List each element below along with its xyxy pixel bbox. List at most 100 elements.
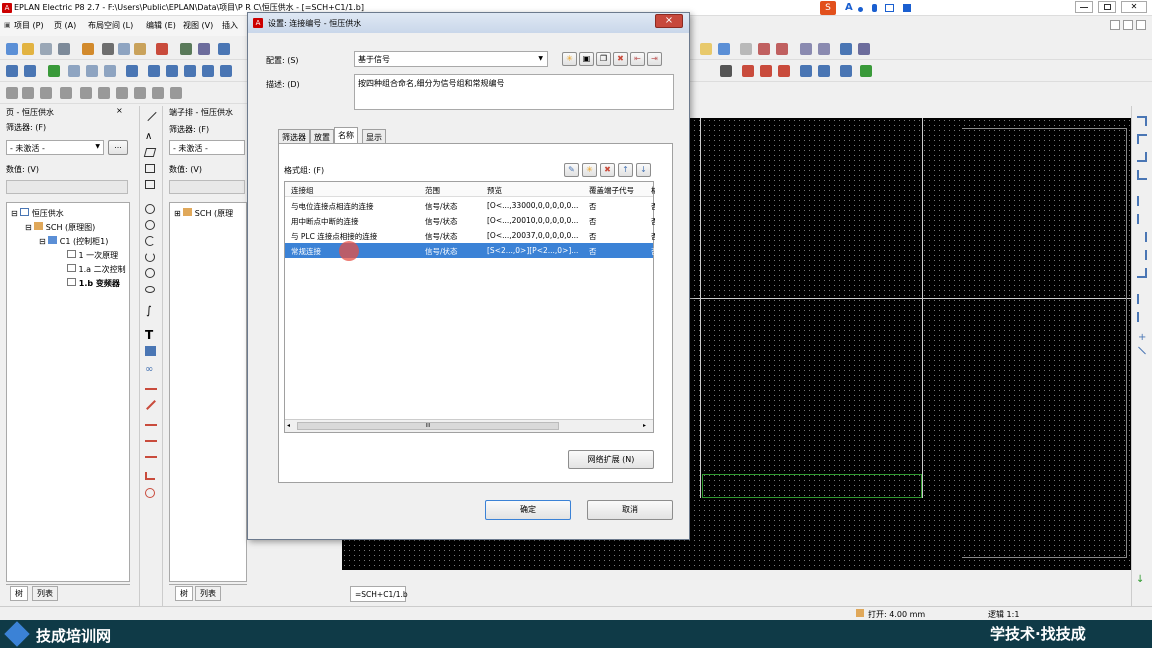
new-config-button[interactable]: ✳ bbox=[562, 52, 577, 66]
new-format-button[interactable]: ✳ bbox=[582, 163, 597, 177]
arc-3pt-tool-icon[interactable] bbox=[145, 252, 155, 262]
ok-button[interactable]: 确定 bbox=[485, 500, 571, 520]
scroll-thumb[interactable]: III bbox=[297, 422, 559, 430]
microphone-icon[interactable] bbox=[871, 4, 877, 12]
col-preview[interactable]: 预览 bbox=[487, 185, 583, 196]
move-down-button[interactable]: ↓ bbox=[636, 163, 651, 177]
puzzle-icon[interactable] bbox=[48, 65, 60, 77]
small-tool-6-icon[interactable] bbox=[98, 87, 110, 99]
dimension-aligned-icon[interactable] bbox=[146, 400, 156, 410]
circle-tool-icon[interactable] bbox=[145, 204, 155, 214]
small-tool-7-icon[interactable] bbox=[116, 87, 128, 99]
small-tool-10-icon[interactable] bbox=[170, 87, 182, 99]
small-tool-1-icon[interactable] bbox=[6, 87, 18, 99]
flag-4-icon[interactable] bbox=[202, 65, 214, 77]
canvas-page-tab[interactable]: =SCH+C1/1.b bbox=[350, 586, 408, 602]
rss-icon[interactable] bbox=[776, 43, 788, 55]
small-tool-9-icon[interactable] bbox=[152, 87, 164, 99]
small-tool-8-icon[interactable] bbox=[134, 87, 146, 99]
import-config-button[interactable]: ⇤ bbox=[630, 52, 645, 66]
tree-item-c1[interactable]: ⊟ C1 (控制柜1) bbox=[39, 236, 108, 247]
small-tool-4-icon[interactable] bbox=[60, 87, 72, 99]
export-config-button[interactable]: ⇥ bbox=[647, 52, 662, 66]
circle-3pt-tool-icon[interactable] bbox=[145, 220, 155, 230]
flag-3-icon[interactable] bbox=[184, 65, 196, 77]
t-node-up-icon[interactable] bbox=[1137, 214, 1147, 224]
edit-format-button[interactable]: ✎ bbox=[564, 163, 579, 177]
tab-name[interactable]: 名称 bbox=[334, 127, 358, 144]
dimension-incremental-icon[interactable] bbox=[145, 456, 157, 462]
branch-down-icon[interactable] bbox=[1137, 294, 1147, 304]
terminal-tab-tree[interactable]: 树 bbox=[175, 586, 193, 601]
move-up-button[interactable]: ↑ bbox=[618, 163, 633, 177]
check-icon[interactable] bbox=[180, 43, 192, 55]
junction-icon[interactable] bbox=[818, 65, 830, 77]
t-node-down-icon[interactable] bbox=[1137, 196, 1147, 206]
small-tool-3-icon[interactable] bbox=[40, 87, 52, 99]
terminal-value-field[interactable] bbox=[169, 180, 245, 194]
scroll-right-icon[interactable]: ▸ bbox=[643, 422, 646, 429]
tab-tree[interactable]: 树 bbox=[10, 586, 28, 601]
dimension-base-icon[interactable] bbox=[145, 440, 157, 442]
cross-icon[interactable] bbox=[760, 65, 772, 77]
break-icon[interactable] bbox=[840, 65, 852, 77]
close-main-button[interactable]: ✕ bbox=[1121, 1, 1147, 13]
menu-insert[interactable]: 插入 bbox=[222, 20, 238, 31]
scroll-left-icon[interactable]: ◂ bbox=[287, 422, 290, 429]
list-icon[interactable] bbox=[740, 43, 752, 55]
paste-icon[interactable] bbox=[134, 43, 146, 55]
minimize-button[interactable] bbox=[1075, 1, 1093, 13]
filter-select[interactable]: - 未激活 - ▼ bbox=[6, 140, 104, 155]
zoom-fit-icon[interactable] bbox=[818, 43, 830, 55]
filter-more-button[interactable]: ... bbox=[108, 140, 128, 155]
interrupt-icon[interactable] bbox=[860, 65, 872, 77]
delete-config-button[interactable]: ✖ bbox=[613, 52, 628, 66]
branch-up-icon[interactable] bbox=[1137, 312, 1147, 322]
col-extra[interactable]: 格 bbox=[651, 185, 655, 196]
sogou-ime-icon[interactable]: S bbox=[820, 1, 836, 15]
cut-icon[interactable] bbox=[102, 43, 114, 55]
tree-item-page-1a[interactable]: 1.a 二次控制 bbox=[67, 264, 126, 275]
line-tool-icon[interactable] bbox=[147, 111, 157, 122]
cart-icon[interactable] bbox=[840, 43, 852, 55]
desc-field[interactable]: 按四种组合命名,细分为信号组和常规编号 bbox=[354, 74, 674, 110]
network-expand-button[interactable]: 网络扩展 (N) bbox=[568, 450, 654, 469]
dimension-radius-icon[interactable] bbox=[145, 488, 155, 498]
sort-icon[interactable] bbox=[86, 65, 98, 77]
horizontal-scrollbar[interactable]: ◂ III ▸ bbox=[285, 419, 653, 432]
select-icon[interactable] bbox=[800, 43, 812, 55]
brush-icon[interactable] bbox=[198, 43, 210, 55]
signal-icon[interactable] bbox=[758, 43, 770, 55]
numbering-icon[interactable] bbox=[68, 65, 80, 77]
panel-close-icon[interactable]: × bbox=[116, 106, 123, 115]
terminal-filter-select[interactable]: - 未激活 - bbox=[169, 140, 245, 155]
corner-sw-icon[interactable] bbox=[1137, 170, 1147, 180]
config-select[interactable]: 基于信号 ▼ bbox=[354, 51, 548, 67]
terminal-icon[interactable] bbox=[742, 65, 754, 77]
menu-page[interactable]: 页 (A) bbox=[54, 20, 76, 31]
mdi-restore-button[interactable] bbox=[1123, 20, 1133, 30]
ime-toolbar[interactable] bbox=[858, 4, 918, 12]
small-tool-2-icon[interactable] bbox=[22, 87, 34, 99]
graphic-icon[interactable] bbox=[24, 65, 36, 77]
arc-tool-icon[interactable] bbox=[145, 236, 155, 246]
t-node-right-icon[interactable] bbox=[1137, 250, 1147, 260]
print-icon[interactable] bbox=[58, 43, 70, 55]
tools-icon[interactable] bbox=[82, 43, 94, 55]
menu-view[interactable]: 视图 (V) bbox=[183, 20, 213, 31]
flag-1-icon[interactable] bbox=[148, 65, 160, 77]
menu-layout-space[interactable]: 布局空间 (L) bbox=[88, 20, 133, 31]
polygon-tool-icon[interactable] bbox=[143, 148, 157, 157]
rectangle-tool-icon[interactable] bbox=[145, 164, 155, 173]
layout-icon[interactable] bbox=[700, 43, 712, 55]
tree-item-page-1b[interactable]: 1.b 变频器 bbox=[67, 278, 120, 289]
punctuation-icon[interactable] bbox=[858, 7, 863, 12]
dialog-close-button[interactable]: × bbox=[655, 14, 683, 28]
menu-project[interactable]: 项目 (P) bbox=[14, 20, 44, 31]
corner-ne-icon[interactable] bbox=[1137, 116, 1147, 126]
diagonal-icon[interactable] bbox=[1138, 346, 1146, 355]
restore-button[interactable] bbox=[1098, 1, 1116, 13]
table-row[interactable]: 用中断点中断的连接 信号/状态 [O<...,20010,0,0,0,0,0..… bbox=[285, 213, 655, 228]
save-config-button[interactable]: ▣ bbox=[579, 52, 594, 66]
grid-icon[interactable] bbox=[902, 4, 911, 12]
